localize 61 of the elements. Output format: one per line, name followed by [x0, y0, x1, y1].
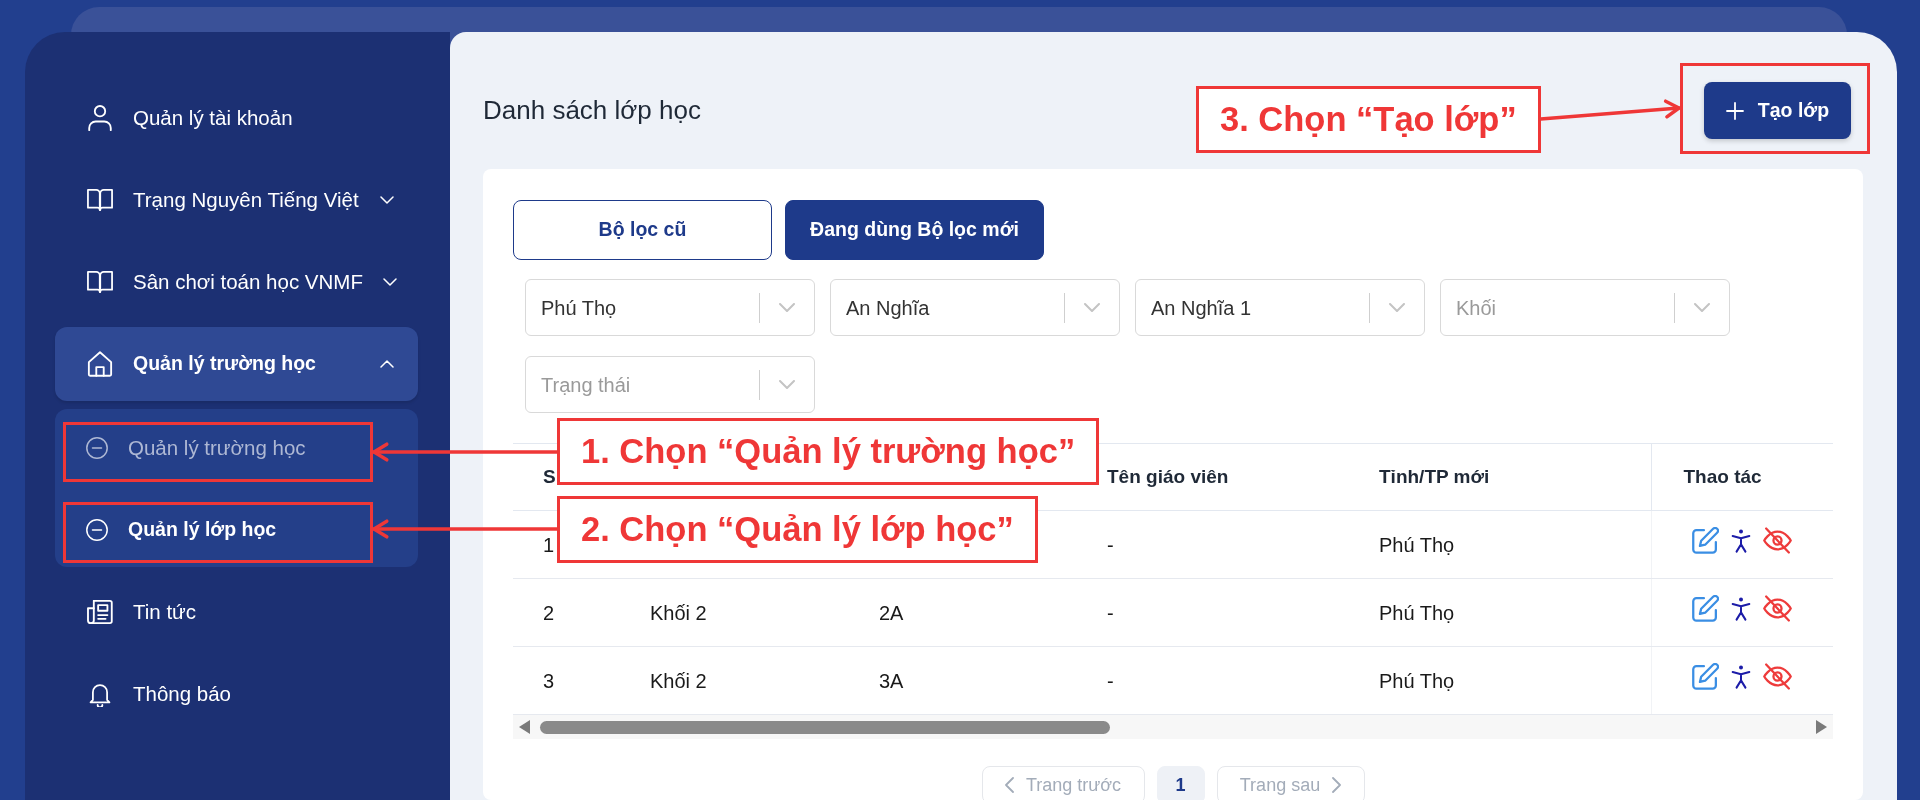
table-cell: -: [1077, 510, 1349, 579]
person-icon[interactable]: [1731, 595, 1752, 622]
page-title: Danh sách lớp học: [483, 94, 701, 127]
sidebar-item[interactable]: Sân chơi toán học VNMF: [55, 245, 418, 319]
chevron-left-icon: [1004, 777, 1014, 793]
column-header: Thao tác: [1651, 443, 1833, 511]
person-icon[interactable]: [1731, 527, 1752, 554]
user-icon: [87, 105, 113, 131]
sidebar-item[interactable]: Trạng Nguyên Tiếng Việt: [55, 163, 418, 237]
minus-circle-icon: [86, 437, 108, 459]
chevron-down-icon: [779, 303, 795, 312]
scrollbar-thumb[interactable]: [540, 720, 1110, 734]
table-cell: Phú Thọ: [1349, 510, 1651, 579]
scroll-right-icon[interactable]: [1816, 720, 1827, 734]
person-icon[interactable]: [1731, 663, 1752, 690]
table-cell: Khối 2: [620, 578, 849, 647]
callout-label: 3. Chọn “Tạo lớp”: [1196, 86, 1541, 153]
bell-icon: [87, 681, 113, 707]
filter-mode-button[interactable]: Bộ lọc cũ: [513, 200, 772, 260]
submenu-item[interactable]: Quản lý lớp học: [55, 497, 418, 563]
sidebar-item[interactable]: Quản lý tài khoản: [55, 81, 418, 155]
chevron-down-icon: [1084, 303, 1100, 312]
table-cell: -: [1077, 578, 1349, 647]
create-class-button[interactable]: Tạo lớp: [1704, 82, 1851, 139]
edit-icon[interactable]: [1692, 595, 1720, 622]
eye-slash-icon[interactable]: [1763, 663, 1793, 690]
scroll-left-icon[interactable]: [519, 720, 530, 734]
eye-slash-icon[interactable]: [1763, 527, 1793, 554]
filter-mode-button[interactable]: Đang dùng Bộ lọc mới: [785, 200, 1044, 260]
table-cell: -: [1077, 646, 1349, 715]
book-icon: [87, 269, 113, 295]
page-button[interactable]: 1: [1156, 766, 1205, 800]
table-cell: 3A: [849, 646, 1077, 715]
table-cell: Khối 2: [620, 646, 849, 715]
sidebar-item[interactable]: Tin tức: [55, 575, 418, 649]
table-cell: Phú Thọ: [1349, 646, 1651, 715]
table-cell: Phú Thọ: [1349, 578, 1651, 647]
book-icon: [87, 187, 113, 213]
table-cell: 2A: [849, 578, 1077, 647]
callout-label: 1. Chọn “Quản lý trường học”: [557, 418, 1100, 485]
sidebar-item[interactable]: Quản lý trường học: [55, 327, 418, 401]
select-field[interactable]: An Nghĩa 1: [1135, 279, 1425, 336]
sidebar-item[interactable]: Thông báo: [55, 657, 418, 731]
minus-circle-icon: [86, 519, 108, 541]
chevron-right-icon: [1332, 777, 1342, 793]
house-icon: [87, 351, 113, 377]
column-header: Tỉnh/TP mới: [1349, 443, 1651, 511]
edit-icon[interactable]: [1692, 663, 1720, 690]
edit-icon[interactable]: [1692, 527, 1720, 554]
chevron-down-icon: [1389, 303, 1405, 312]
plus-icon: [1725, 101, 1744, 120]
submenu-item[interactable]: Quản lý trường học: [55, 415, 418, 481]
chevron-down-icon: [779, 380, 795, 389]
chevron-down-icon: [1694, 303, 1710, 312]
select-field[interactable]: An Nghĩa: [830, 279, 1120, 336]
eye-slash-icon[interactable]: [1763, 595, 1793, 622]
newspaper-icon: [87, 599, 113, 625]
select-field[interactable]: Phú Thọ: [525, 279, 815, 336]
callout-label: 2. Chọn “Quản lý lớp học”: [557, 496, 1038, 563]
table-cell: 2: [513, 578, 620, 647]
table-cell: 3: [513, 646, 620, 715]
